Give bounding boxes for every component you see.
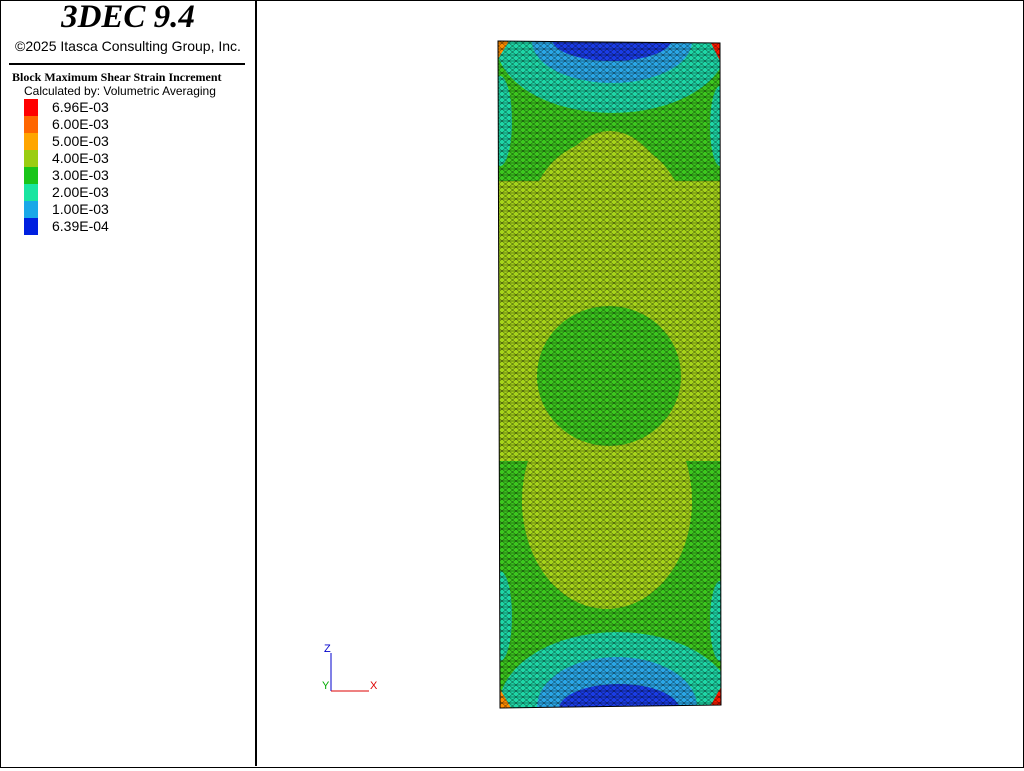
scale-label-0: 6.96E-03 — [52, 99, 109, 115]
axis-z-label: Z — [324, 643, 331, 655]
scale-label-4: 3.00E-03 — [52, 167, 109, 183]
scale-label-2: 5.00E-03 — [52, 133, 109, 149]
scale-label-7: 6.39E-04 — [52, 218, 109, 234]
scale-swatch-0 — [24, 99, 38, 116]
scale-swatch-3 — [24, 150, 38, 167]
plot-title: Block Maximum Shear Strain Increment — [12, 70, 222, 84]
scale-label-5: 2.00E-03 — [52, 184, 109, 200]
mesh-overlay — [498, 41, 721, 708]
legend-divider — [9, 63, 245, 65]
scale-label-6: 1.00E-03 — [52, 201, 109, 217]
model-block — [498, 41, 721, 708]
scale-label-1: 6.00E-03 — [52, 116, 109, 132]
copyright-text: ©2025 Itasca Consulting Group, Inc. — [15, 38, 241, 54]
axis-triad: Z Y X — [322, 643, 378, 692]
scale-label-3: 4.00E-03 — [52, 150, 109, 166]
scale-swatch-7 — [24, 218, 38, 235]
app-title: 3DEC 9.4 — [61, 0, 195, 35]
plot-subtitle: Calculated by: Volumetric Averaging — [24, 84, 216, 98]
axis-x-label: X — [370, 680, 378, 692]
model-viewport[interactable]: Z Y X — [257, 1, 1022, 766]
model-canvas[interactable]: Z Y X — [257, 1, 1022, 766]
axis-y-label: Y — [322, 680, 330, 692]
scale-swatch-6 — [24, 201, 38, 218]
scale-swatch-2 — [24, 133, 38, 150]
legend-panel: 3DEC 9.4 ©2025 Itasca Consulting Group, … — [1, 0, 257, 766]
scale-swatch-5 — [24, 184, 38, 201]
scale-swatch-1 — [24, 116, 38, 133]
scale-swatch-4 — [24, 167, 38, 184]
